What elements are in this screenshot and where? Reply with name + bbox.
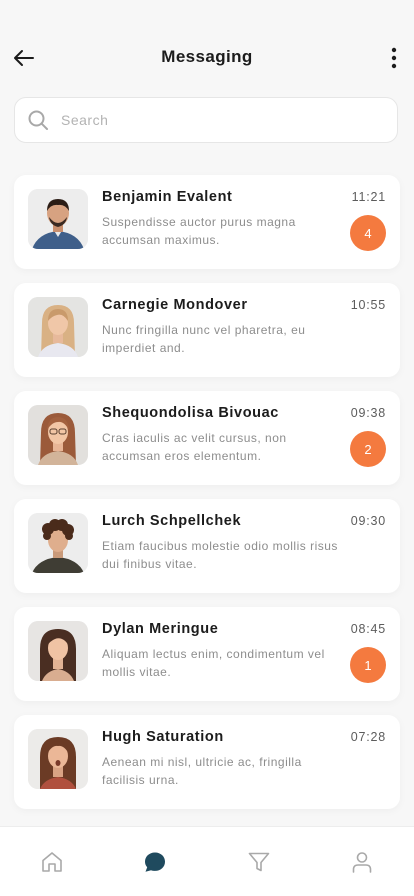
conversation-item[interactable]: Shequondolisa Bivouac Cras iaculis ac ve…	[14, 391, 400, 485]
message-preview: Aenean mi nisl, ultricie ac, fringilla f…	[102, 755, 302, 787]
unread-badge: 4	[350, 215, 386, 251]
avatar	[28, 621, 88, 681]
bottom-nav	[0, 826, 414, 896]
avatar	[28, 297, 88, 357]
nav-chat[interactable]	[125, 834, 185, 890]
search-bar	[14, 97, 398, 143]
conversation-item[interactable]: Hugh Saturation Aenean mi nisl, ultricie…	[14, 715, 400, 809]
avatar	[28, 405, 88, 465]
conversation-item[interactable]: Lurch Schpellchek Etiam faucibus molesti…	[14, 499, 400, 593]
conversation-list: Benjamin Evalent Suspendisse auctor puru…	[14, 175, 400, 823]
message-time: 09:30	[350, 514, 386, 528]
unread-badge: 1	[350, 647, 386, 683]
message-preview: Suspendisse auctor purus magna accumsan …	[102, 215, 296, 247]
contact-name: Shequondolisa Bivouac	[102, 405, 279, 421]
message-preview: Etiam faucibus molestie odio mollis risu…	[102, 539, 338, 571]
chat-icon	[145, 852, 166, 872]
message-time: 10:55	[350, 298, 386, 312]
unread-badge: 2	[350, 431, 386, 467]
message-time: 08:45	[350, 622, 386, 636]
message-time: 07:28	[350, 730, 386, 744]
avatar	[28, 189, 88, 249]
search-icon	[27, 109, 49, 131]
avatar	[28, 513, 88, 573]
more-options-button[interactable]	[380, 44, 408, 72]
filter-icon	[248, 852, 270, 871]
message-preview: Aliquam lectus enim, condimentum vel mol…	[102, 647, 325, 679]
nav-profile[interactable]	[332, 834, 392, 890]
message-time: 09:38	[350, 406, 386, 420]
header: Messaging	[0, 0, 414, 86]
contact-name: Carnegie Mondover	[102, 297, 248, 313]
message-time: 11:21	[351, 190, 386, 204]
message-preview: Nunc fringilla nunc vel pharetra, eu imp…	[102, 323, 306, 355]
profile-icon	[352, 851, 372, 873]
more-vertical-icon	[391, 47, 397, 69]
conversation-item[interactable]: Carnegie Mondover Nunc fringilla nunc ve…	[14, 283, 400, 377]
contact-name: Dylan Meringue	[102, 621, 219, 637]
contact-name: Hugh Saturation	[102, 729, 224, 745]
page-title: Messaging	[161, 47, 253, 66]
home-icon	[41, 851, 62, 872]
nav-home[interactable]	[22, 834, 82, 890]
contact-name: Lurch Schpellchek	[102, 513, 242, 529]
conversation-item[interactable]: Dylan Meringue Aliquam lectus enim, cond…	[14, 607, 400, 701]
conversation-item[interactable]: Benjamin Evalent Suspendisse auctor puru…	[14, 175, 400, 269]
nav-filter[interactable]	[229, 834, 289, 890]
contact-name: Benjamin Evalent	[102, 189, 233, 205]
avatar	[28, 729, 88, 789]
message-preview: Cras iaculis ac velit cursus, non accums…	[102, 431, 287, 463]
search-input[interactable]	[59, 111, 363, 129]
